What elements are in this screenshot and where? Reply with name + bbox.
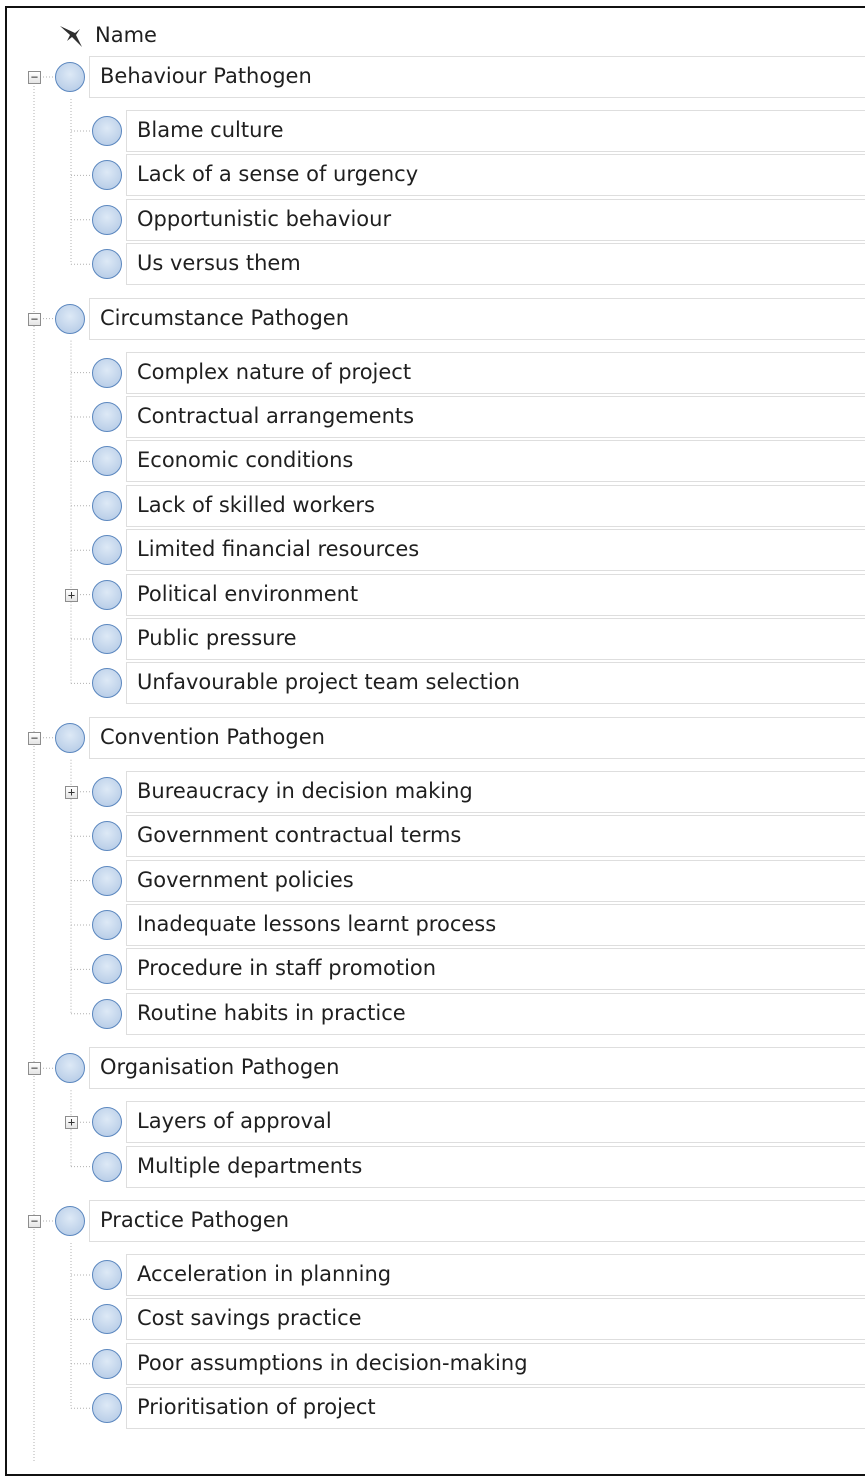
tree-item-row[interactable]: Political environment [89,573,865,616]
node-circle-icon [92,1260,122,1290]
collapse-toggle[interactable]: − [28,731,41,745]
node-circle-icon [92,160,122,191]
node-circle-icon [92,1393,122,1424]
node-circle-icon [92,998,122,1029]
tree-item-row[interactable]: Economic conditions [89,440,865,483]
tree-item-row[interactable]: Acceleration in planning [89,1254,865,1296]
collapse-toggle[interactable]: − [28,312,41,326]
tree-item-row[interactable]: Prioritisation of project [89,1387,865,1430]
tree-group-row[interactable]: Behaviour Pathogen [52,56,865,98]
node-circle-icon [55,303,85,334]
tree-item-row[interactable]: Lack of skilled workers [89,484,865,527]
node-circle-icon [92,579,122,610]
collapse-toggle[interactable]: − [28,71,41,84]
tree-item-label: Layers of approval [137,1109,332,1134]
node-circle-icon [92,954,122,985]
tree-item-label: Cost savings practice [137,1306,362,1331]
tree-item-row[interactable]: Opportunistic behaviour [89,198,865,241]
tree-item-label: Opportunistic behaviour [137,206,392,231]
collapse-toggle[interactable]: − [28,1215,41,1228]
tree-item-row[interactable]: Routine habits in practice [89,992,865,1035]
tree-group-label: Circumstance Pathogen [100,305,350,330]
tree-item-label: Bureaucracy in decision making [137,778,473,803]
node-circle-icon [55,62,85,92]
tree-group-row[interactable]: Circumstance Pathogen [52,297,865,340]
tree-item-row[interactable]: Inadequate lessons learnt process [89,904,865,946]
collapse-toggle[interactable]: − [28,1062,41,1076]
tree-item-row[interactable]: Poor assumptions in decision-making [89,1342,865,1385]
node-circle-icon [92,446,122,477]
tree-item-label: Multiple departments [137,1153,363,1178]
tree-item-label: Political environment [137,581,359,606]
tree-item-label: Contractual arrangements [137,404,415,428]
column-header[interactable]: Name [55,20,157,50]
node-circle-icon [92,821,122,852]
tree-group-label: Behaviour Pathogen [100,64,312,88]
tree-item-row[interactable]: Government policies [89,859,865,902]
tree-item-row[interactable]: Us versus them [89,243,865,286]
node-circle-icon [92,1107,122,1138]
tree-item-row[interactable]: Complex nature of project [89,351,865,394]
tree-group-row[interactable]: Practice Pathogen [52,1200,865,1242]
tree-item-label: Poor assumptions in decision-making [137,1350,528,1375]
tree-item-label: Limited financial resources [137,537,420,562]
tree-group-row[interactable]: Organisation Pathogen [52,1047,865,1090]
node-circle-icon [92,1151,122,1182]
tree-item-label: Government contractual terms [137,823,462,848]
tree-item-label: Acceleration in planning [137,1262,392,1286]
node-circle-icon [92,116,122,146]
node-circle-icon [92,204,122,235]
tree-item-row[interactable]: Layers of approval [89,1101,865,1144]
node-circle-icon [92,865,122,896]
tree-item-label: Prioritisation of project [137,1395,376,1420]
tree-item-label: Lack of a sense of urgency [137,162,419,187]
node-circle-icon [92,402,122,432]
tree-item-label: Routine habits in practice [137,1000,406,1025]
tree-item-row[interactable]: Bureaucracy in decision making [89,770,865,813]
tree-item-row[interactable]: Unfavourable project team selection [89,662,865,705]
tree-item-row[interactable]: Multiple departments [89,1145,865,1188]
node-circle-icon [55,1053,85,1084]
tree-item-label: Government policies [137,867,354,892]
tree-item-row[interactable]: Cost savings practice [89,1298,865,1341]
name-column-header[interactable]: Name [95,23,157,47]
tree-item-label: Unfavourable project team selection [137,670,520,695]
tree-item-label: Procedure in staff promotion [137,956,437,981]
tree-group-label: Practice Pathogen [100,1208,290,1232]
expand-toggle[interactable]: + [65,588,78,602]
tree-item-row[interactable]: Lack of a sense of urgency [89,154,865,197]
node-circle-icon [92,490,122,521]
node-circle-icon [92,1304,122,1335]
node-circle-icon [92,249,122,280]
tree-item-label: Economic conditions [137,448,354,473]
tree-group-label: Convention Pathogen [100,724,325,749]
tree-item-label: Us versus them [137,251,301,276]
node-circle-icon [55,1206,85,1236]
tree-item-label: Complex nature of project [137,359,412,384]
tree-item-row[interactable]: Public pressure [89,618,865,660]
tree-item-row[interactable]: Contractual arrangements [89,396,865,438]
tree-item-label: Public pressure [137,626,297,650]
tree-item-row[interactable]: Procedure in staff promotion [89,948,865,991]
node-circle-icon [92,357,122,388]
node-circle-icon [92,624,122,654]
expand-toggle[interactable]: + [65,785,78,799]
tree-item-row[interactable]: Government contractual terms [89,815,865,858]
tree-group-row[interactable]: Convention Pathogen [52,716,865,759]
node-circle-icon [55,722,85,753]
tree-item-row[interactable]: Blame culture [89,110,865,152]
node-circle-icon [92,776,122,807]
tree-item-label: Blame culture [137,118,284,142]
tree-group-label: Organisation Pathogen [100,1055,340,1080]
node-circle-icon [92,668,122,699]
pin-icon[interactable] [55,20,85,50]
node-circle-icon [92,535,122,566]
expand-toggle[interactable]: + [65,1116,78,1130]
tree-item-row[interactable]: Limited financial resources [89,529,865,572]
tree-item-label: Lack of skilled workers [137,492,375,517]
tree-item-label: Inadequate lessons learnt process [137,912,497,936]
node-circle-icon [92,1348,122,1379]
node-circle-icon [92,910,122,940]
